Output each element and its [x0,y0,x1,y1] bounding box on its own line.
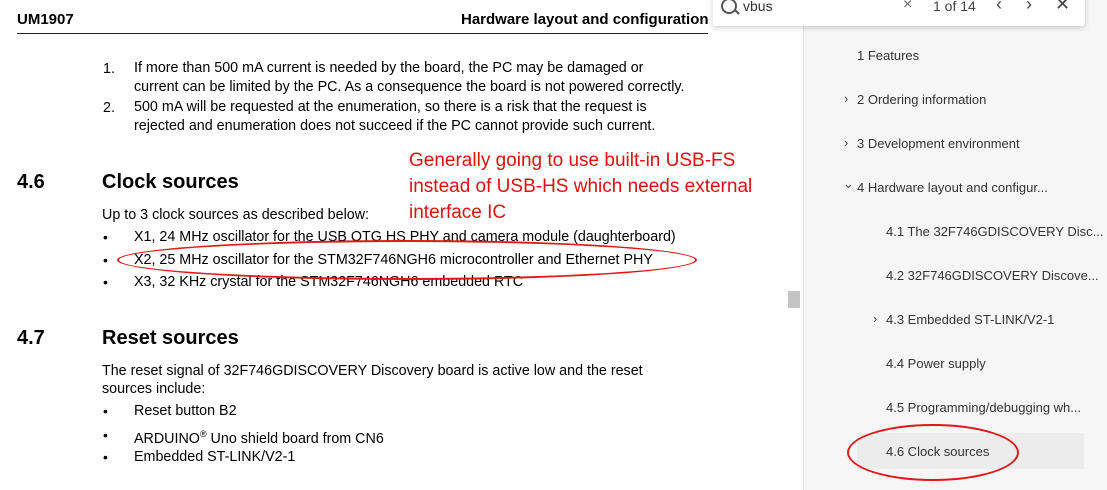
previous-match-icon[interactable]: ‹ [996,0,1002,15]
scrollbar-track[interactable] [787,0,803,490]
section-heading: Clock sources [102,171,239,193]
reset-source-item: ARDUINO® Uno shield board from CN6 [134,425,384,449]
bookmark-4-3[interactable]: 4.3 Embedded ST-LINK/V2-1 [886,312,1054,327]
chevron-right-icon[interactable]: › [844,91,848,106]
bullet: • [103,427,108,443]
annotation-note: Generally going to use built-in USB-FS i… [409,150,753,223]
bullet: • [103,252,108,268]
document-page: UM1907 Hardware layout and configuration… [0,0,790,490]
highlight-oval [117,240,697,280]
note-line: 500 mA will be requested at the enumerat… [134,99,647,115]
arduino-text: ARDUINO [134,430,200,447]
section-intro: Up to 3 clock sources as described below… [102,207,370,223]
reset-source-item: Reset button B2 [134,403,237,419]
chevron-right-icon[interactable]: › [873,311,877,326]
bookmark-hardware-layout[interactable]: 4 Hardware layout and configur... [857,180,1048,195]
note-line: current can be limited by the PC. As a c… [134,79,685,95]
chevron-right-icon[interactable]: › [844,135,848,150]
bookmark-features[interactable]: 1 Features [857,48,919,63]
running-header-title: Hardware layout and configuration [461,11,709,28]
next-match-icon[interactable]: › [1026,0,1032,15]
search-bar: × 1 of 14 ‹ › ✕ [713,0,1085,26]
bookmark-4-4[interactable]: 4.4 Power supply [886,356,986,371]
section-number: 4.7 [17,327,45,349]
note-line: If more than 500 mA current is needed by… [134,60,644,76]
note-number: 1. [103,61,115,77]
doc-id: UM1907 [17,11,74,28]
bookmarks-panel [803,0,1107,490]
header-rule [17,33,708,34]
bullet: • [103,449,108,465]
note-line: rejected and enumeration does not succee… [134,118,656,134]
section-number: 4.6 [17,171,45,193]
bookmark-4-2[interactable]: 4.2 32F746GDISCOVERY Discove... [886,268,1099,283]
section-intro: sources include: [102,381,206,397]
section-intro: The reset signal of 32F746GDISCOVERY Dis… [102,363,643,379]
search-icon [721,0,737,14]
registered-mark: ® [199,429,207,439]
search-input[interactable] [743,0,903,14]
clear-icon[interactable]: × [903,0,912,14]
close-icon[interactable]: ✕ [1055,0,1070,15]
reset-source-item: Embedded ST-LINK/V2-1 [134,449,296,465]
note-number: 2. [103,100,115,116]
match-count: 1 of 14 [933,0,976,14]
highlight-oval [847,424,1019,481]
bullet: • [103,403,108,419]
arduino-rest-text: Uno shield board from CN6 [206,430,384,447]
section-heading: Reset sources [102,327,239,349]
bookmark-4-5[interactable]: 4.5 Programming/debugging wh... [886,400,1081,415]
scrollbar-thumb[interactable] [788,291,800,308]
bookmark-ordering-information[interactable]: 2 Ordering information [857,92,986,107]
bookmark-development-environment[interactable]: 3 Development environment [857,136,1020,151]
bookmark-4-1[interactable]: 4.1 The 32F746GDISCOVERY Disc... [886,224,1104,239]
bullet: • [103,274,108,290]
bullet: • [103,229,108,245]
chevron-down-icon[interactable]: ⌄ [843,176,854,192]
